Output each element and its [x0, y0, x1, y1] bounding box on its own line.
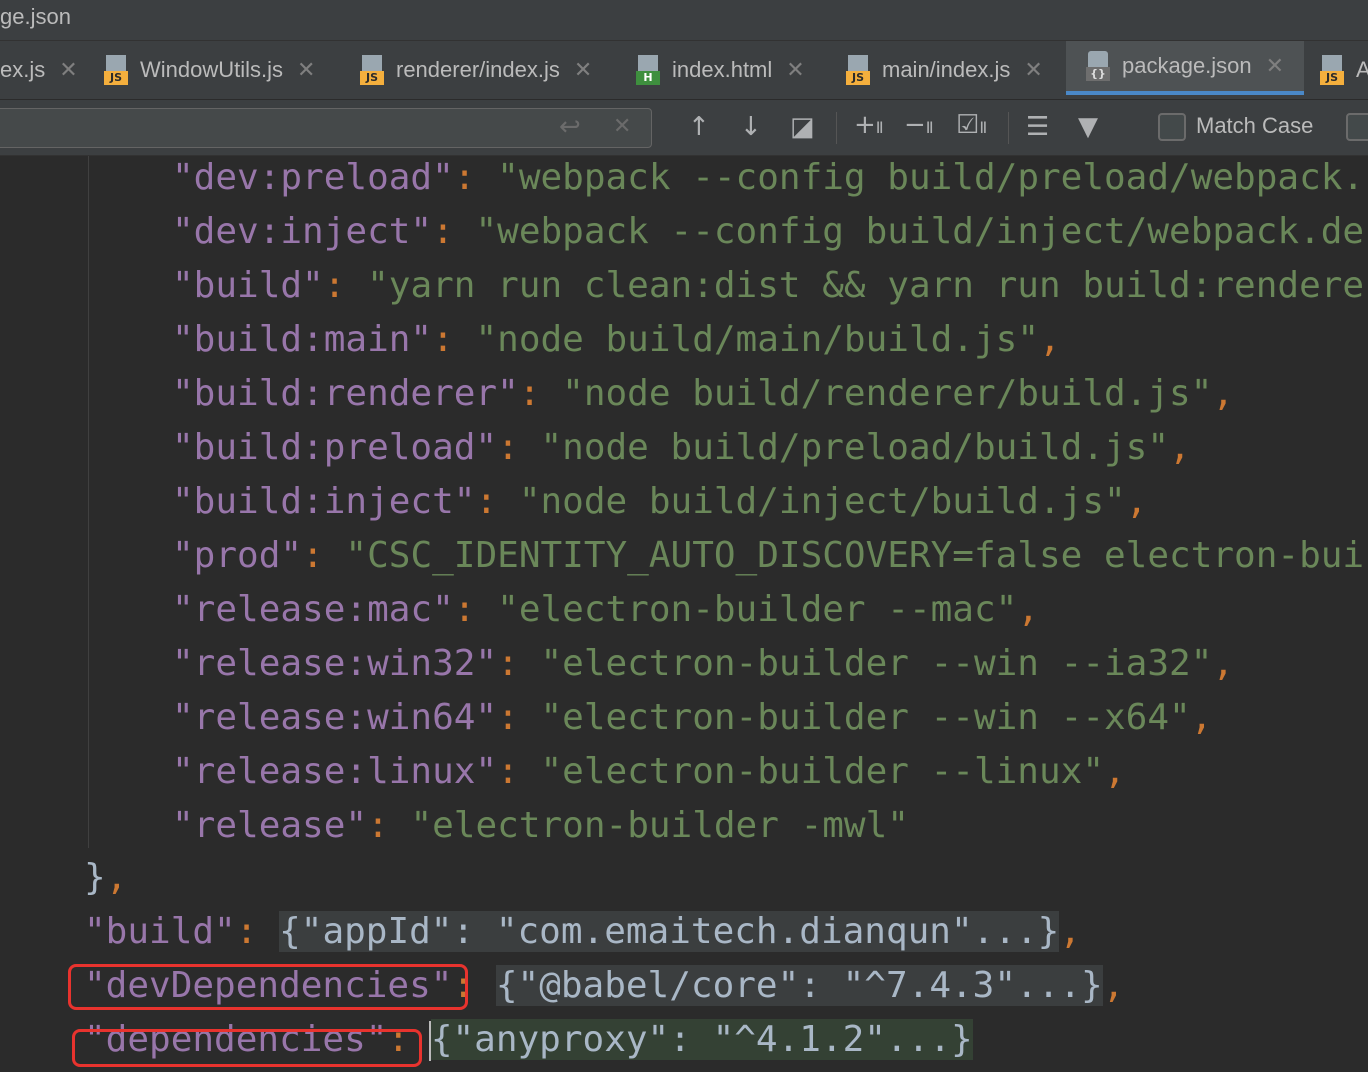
code-line-script: "build:main": "node build/main/build.js"… [172, 319, 1061, 360]
tab-label: ex.js [0, 57, 46, 82]
window-title: ge.json [0, 4, 71, 29]
html-file-icon: H [636, 55, 662, 85]
folded-region[interactable]: {"@babel/core": "^7.4.3"...} [495, 965, 1103, 1006]
json-string-value: "webpack --config build/inject/webpack.d… [475, 211, 1365, 252]
tab-windowutils-js[interactable]: JS WindowUtils.js ✕ [104, 41, 315, 99]
search-field[interactable]: ↩ ✕ [0, 108, 652, 148]
code-line-script: "dev:inject": "webpack --config build/in… [172, 211, 1365, 252]
add-occurrence-icon[interactable]: +Ⅱ [854, 110, 884, 143]
select-all-occurrences-icon[interactable]: ◪ [790, 112, 815, 142]
folded-region[interactable]: {"anyproxy": "^4.1.2"...} [430, 1019, 973, 1060]
js-file-icon: JS [104, 55, 130, 85]
folded-region[interactable]: {"appId": "com.emaitech.dianqun"...} [279, 911, 1060, 952]
json-key: "release" [172, 805, 368, 846]
code-line-script: "release:linux": "electron-builder --lin… [172, 751, 1126, 792]
json-string-value: "electron-builder --mac" [497, 589, 1018, 630]
json-key: "release:linux" [172, 751, 498, 792]
tab-label: renderer/index.js [396, 57, 560, 82]
js-file-icon: JS [846, 55, 872, 85]
json-string-value: "electron-builder --linux" [540, 751, 1105, 792]
json-string-value: "node build/preload/build.js" [540, 427, 1170, 468]
remove-occurrence-icon[interactable]: −Ⅱ [904, 110, 934, 143]
editor-tab-bar: ex.js ✕ JS WindowUtils.js ✕ JS renderer/… [0, 41, 1368, 100]
json-key: "build" [172, 265, 324, 306]
next-occurrence-icon[interactable]: ↓ [740, 112, 762, 142]
tab-label: index.html [672, 57, 773, 82]
json-key: "build:preload" [172, 427, 498, 468]
words-checkbox[interactable] [1346, 113, 1368, 141]
code-editor[interactable]: "dev:preload": "webpack --config build/p… [0, 156, 1368, 1072]
code-line-build: "build": {"appId": "com.emaitech.dianqun… [84, 911, 1082, 952]
json-key: "build:renderer" [172, 373, 519, 414]
json-string-value: "yarn run clean:dist && yarn run build:r… [367, 265, 1365, 306]
json-key: "build:main" [172, 319, 433, 360]
indent-guide [88, 156, 89, 848]
code-line-script: "release:win32": "electron-builder --win… [172, 643, 1235, 684]
new-line-icon[interactable]: ↩ [559, 112, 581, 142]
js-file-icon: JS [1320, 55, 1346, 85]
code-line-script: "dev:preload": "webpack --config build/p… [172, 157, 1365, 198]
previous-occurrence-icon[interactable]: ↑ [688, 112, 710, 142]
json-key: "devDependencies" [84, 965, 453, 1006]
tab-index-js[interactable]: ex.js ✕ [0, 41, 78, 99]
tab-package-json[interactable]: {} package.json ✕ [1066, 41, 1304, 95]
json-key: "release:mac" [172, 589, 454, 630]
code-line-close-scripts: }, [84, 857, 128, 898]
search-input[interactable] [5, 113, 529, 143]
json-key: "build:inject" [172, 481, 476, 522]
json-string-value: "node build/renderer/build.js" [562, 373, 1213, 414]
json-key: "prod" [172, 535, 303, 576]
tab-label: WindowUtils.js [140, 57, 284, 82]
json-string-value: "CSC_IDENTITY_AUTO_DISCOVERY=false elect… [345, 535, 1365, 576]
close-icon[interactable]: ✕ [1266, 53, 1284, 79]
code-line-script: "release:win64": "electron-builder --win… [172, 697, 1213, 738]
close-icon[interactable]: ✕ [59, 57, 77, 83]
json-key: "build" [84, 911, 236, 952]
json-key: "dev:inject" [172, 211, 433, 252]
code-line-script: "prod": "CSC_IDENTITY_AUTO_DISCOVERY=fal… [172, 535, 1365, 576]
code-line-script: "build:inject": "node build/inject/build… [172, 481, 1148, 522]
close-icon[interactable]: ✕ [786, 57, 804, 83]
json-key: "release:win32" [172, 643, 498, 684]
close-icon[interactable]: ✕ [1024, 57, 1042, 83]
tab-label: main/index.js [882, 57, 1011, 82]
js-file-icon: JS [360, 55, 386, 85]
tab-label: A [1356, 57, 1368, 82]
code-line-dependencies: "dependencies": {"anyproxy": "^4.1.2"...… [84, 1019, 973, 1061]
json-string-value: "electron-builder --win --x64" [540, 697, 1191, 738]
close-icon[interactable]: ✕ [297, 57, 315, 83]
code-line-script: "build:preload": "node build/preload/bui… [172, 427, 1191, 468]
filter-icon[interactable]: ▼ [1078, 112, 1098, 142]
close-icon[interactable]: ✕ [574, 57, 592, 83]
tab-main-index-js[interactable]: JS main/index.js ✕ [846, 41, 1043, 99]
match-case-label: Match Case [1196, 113, 1314, 138]
title-bar: ge.json [0, 0, 1368, 41]
json-string-value: "node build/inject/build.js" [518, 481, 1126, 522]
match-case-checkbox[interactable] [1158, 113, 1186, 141]
code-line-script: "release": "electron-builder -mwl" [172, 805, 909, 846]
json-string-value: "webpack --config build/preload/webpack. [497, 157, 1365, 198]
tab-index-html[interactable]: H index.html ✕ [636, 41, 805, 99]
clear-search-icon[interactable]: ✕ [613, 112, 631, 142]
tab-renderer-index-js[interactable]: JS renderer/index.js ✕ [360, 41, 592, 99]
json-file-icon: {} [1086, 51, 1112, 81]
select-occurrences-icon[interactable]: ☑Ⅱ [956, 110, 987, 143]
tab-overflow[interactable]: JS A [1320, 41, 1368, 99]
filter-search-results-icon[interactable]: ☰ [1026, 112, 1049, 142]
code-line-dev-dependencies: "devDependencies": {"@babel/core": "^7.4… [84, 965, 1125, 1006]
json-key: "dev:preload" [172, 157, 454, 198]
json-string-value: "electron-builder --win --ia32" [540, 643, 1213, 684]
json-string-value: "node build/main/build.js" [475, 319, 1039, 360]
json-string-value: "electron-builder -mwl" [410, 805, 909, 846]
code-line-script: "build:renderer": "node build/renderer/b… [172, 373, 1235, 414]
json-key: "release:win64" [172, 697, 498, 738]
tab-label: package.json [1122, 53, 1252, 78]
code-line-script: "build": "yarn run clean:dist && yarn ru… [172, 265, 1365, 306]
code-line-script: "release:mac": "electron-builder --mac", [172, 589, 1039, 630]
json-key: "dependencies" [84, 1019, 388, 1060]
